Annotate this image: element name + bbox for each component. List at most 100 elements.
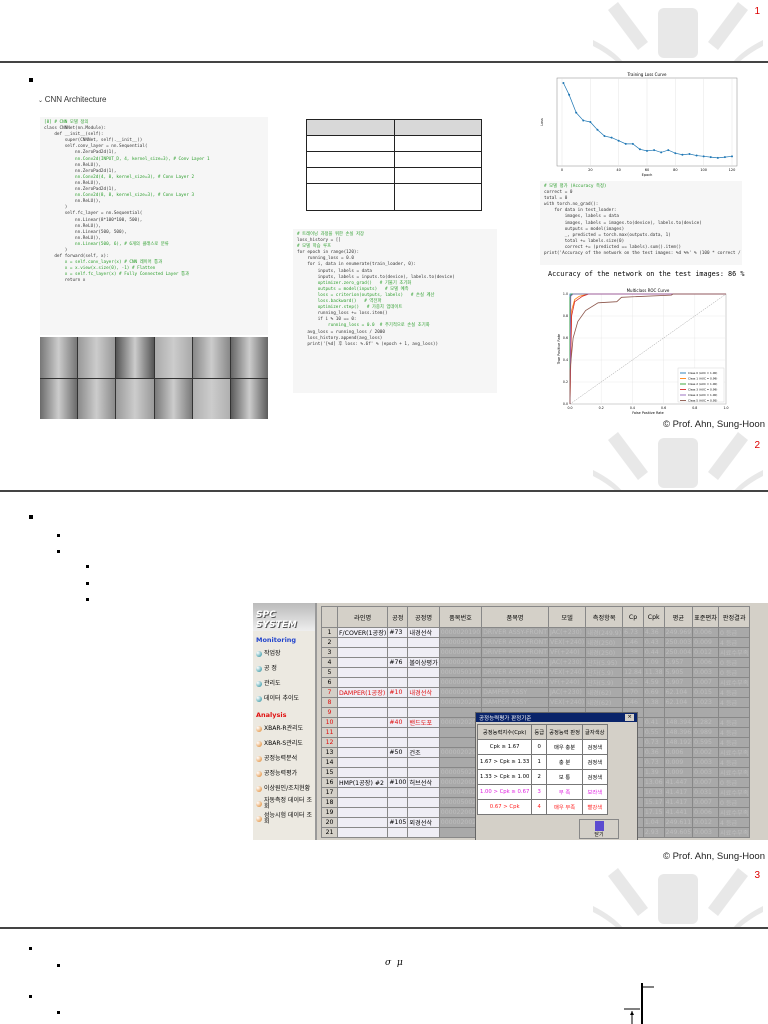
grid-cell — [336, 767, 389, 778]
grid-cell: 19 — [321, 807, 338, 818]
grid-cell: 2.93 — [642, 827, 665, 838]
menu-item-label: 관리도 — [264, 679, 281, 687]
spc-menu-item[interactable]: XBAR-R관리도 — [253, 721, 315, 736]
chevron-down-icon: ⌄ — [38, 98, 45, 104]
table-row[interactable]: 6 0000000020 DRIVER ASSY-FRONT VF(+240) 단차(5… — [321, 677, 751, 688]
grid-cell: 외경선삭 — [407, 817, 440, 828]
spc-menu-item[interactable]: 성능시험 데이터 조회 — [253, 811, 315, 826]
sub-sub-bullet — [86, 598, 89, 601]
y-tick-label: 0.8 — [563, 314, 568, 318]
grid-cell — [407, 767, 440, 778]
column-header[interactable]: 공정 — [387, 606, 409, 628]
loss-point — [688, 152, 691, 155]
spc-menu-item[interactable]: 작업장 — [253, 646, 315, 661]
column-header[interactable]: 공정명 — [407, 606, 440, 628]
spc-menu-item[interactable]: 관리도 — [253, 676, 315, 691]
loss-point — [624, 142, 627, 145]
grid-cell: 단차(5.9) — [585, 677, 624, 688]
loss-point — [575, 111, 578, 114]
grid-cell: VEX(+240) — [547, 697, 587, 708]
grid-cell: 18 — [321, 797, 338, 808]
grid-cell: 0.003 — [692, 827, 719, 838]
column-header[interactable]: Cp — [622, 606, 644, 628]
x-axis-label: False Positive Rate — [632, 411, 664, 415]
grid-cell: #100 — [387, 777, 409, 788]
menu-item-label: 공 정 — [264, 664, 277, 672]
x-tick-label: 0.8 — [692, 406, 697, 410]
grid-cell: DAMPER ASSY — [481, 697, 549, 708]
table-row[interactable]: 7 DAMPER(1공장) #10 내경선삭 0000020190 DAMPER ASSY… — [321, 687, 751, 698]
grid-cell: DRIVER ASSY-FRONT — [481, 657, 549, 668]
loss-point — [638, 148, 641, 151]
column-header[interactable]: 평균 — [663, 606, 694, 628]
grid-cell: 249.969 — [663, 627, 694, 638]
header-divider — [0, 927, 768, 929]
table-row[interactable]: 8 0000020201 DAMPER ASSY VEX(+240) 내경(62) 0.4… — [321, 697, 751, 708]
loss-point — [596, 128, 599, 131]
grid-cell: DAMPER ASSY — [481, 687, 549, 698]
grid-cell: 내경(250) — [585, 647, 624, 658]
y-tick-label: 0.2 — [563, 380, 568, 384]
grid-cell: 시료수부족 — [717, 647, 751, 658]
spc-menu-item[interactable]: 공정능력평가 — [253, 766, 315, 781]
column-header[interactable]: 표준편차 — [692, 606, 719, 628]
criteria-cell: 0.67 > Cpk — [476, 799, 533, 815]
table-row[interactable]: 1 F/COVER(1공장) #73 내경선삭 0000020190 DRIVER ASS… — [321, 627, 751, 638]
criteria-cell: 4 — [531, 799, 548, 815]
close-button[interactable]: 닫기 — [579, 819, 619, 839]
criteria-cell: 검정색 — [582, 769, 608, 785]
column-header[interactable]: 라인명 — [336, 606, 389, 628]
x-tick-label: 0.6 — [661, 406, 666, 410]
grid-cell: JAC(+230) — [547, 627, 587, 638]
table-row[interactable]: 5 0000050190 DRIVER ASSY-FRONT VEX(+240) 단차(… — [321, 667, 751, 678]
legend-entry: Class 5 (AUC = 0.95) — [688, 399, 717, 403]
menu-item-label: 공정능력평가 — [264, 769, 298, 777]
evaluation-code-block: # 모델 평가 (Accuracy 측정) correct = 0 total = … — [540, 181, 742, 265]
spc-menu-item[interactable]: 자동측정 데이터 조회 — [253, 796, 315, 811]
grid-cell: VEX(+240) — [547, 667, 587, 678]
grid-cell: 0000020190 — [438, 657, 483, 668]
spc-menu-item[interactable]: 데이터 추이도 — [253, 691, 315, 706]
grid-cell: 11 — [321, 727, 338, 738]
grid-cell — [642, 707, 665, 718]
grid-cell: 41.441 — [663, 807, 694, 818]
grid-cell: 1.39 — [642, 767, 665, 778]
column-header[interactable] — [321, 606, 338, 628]
grid-cell: 밴드도포 — [407, 717, 440, 728]
grid-cell: DRIVER ASSY-FRONT — [481, 677, 549, 688]
x-tick-label: 0.4 — [630, 406, 635, 410]
bullet — [29, 515, 33, 519]
grid-cell: 0.012 — [692, 817, 719, 828]
close-icon[interactable]: × — [625, 714, 634, 721]
criteria-table: 공정능력지수(Cpk) 등급 공정능력 판정 글자색상 Cpk ≥ 1.67 0 매우 충분… — [476, 724, 608, 815]
spc-menu-item[interactable]: 이상원인/조치현황 — [253, 781, 315, 796]
grid-cell: 0.989 — [692, 727, 719, 738]
column-header[interactable]: 모델 — [547, 606, 587, 628]
chart-title: Training Loss Curve — [627, 72, 667, 77]
grid-cell: 4 — [321, 657, 338, 668]
menu-item-label: XBAR-R관리도 — [264, 724, 304, 732]
grid-cell: 0000050190 — [438, 667, 483, 678]
column-header[interactable]: 품목명 — [481, 606, 549, 628]
bullet-orb-icon — [256, 815, 262, 822]
column-header[interactable]: Cpk — [642, 606, 665, 628]
spc-menu-item[interactable]: XBAR-S관리도 — [253, 736, 315, 751]
criteria-cell: 1.00 > Cpk ≥ 0.67 — [476, 784, 533, 800]
spc-menu-item[interactable]: 공 정 — [253, 661, 315, 676]
grid-cell: 내경(62) — [585, 697, 624, 708]
bullet — [29, 78, 33, 82]
table-row[interactable]: 2 0000050190 DRIVER ASSY-FRONT VEX(+240) 내경(… — [321, 637, 751, 648]
spc-menu-item[interactable]: 공정능력분석 — [253, 751, 315, 766]
criteria-cell: 0 — [531, 739, 548, 755]
loss-point — [603, 135, 606, 138]
grid-cell: 4 등급 — [717, 687, 751, 698]
grid-cell: 0.023 — [692, 697, 719, 708]
column-header[interactable]: 측정항목 — [585, 606, 624, 628]
table-row[interactable]: 4 #76 볼이상평가 0000020190 DRIVER ASSY-FRONT JAC(… — [321, 657, 751, 668]
loss-point — [716, 156, 719, 159]
menu-item-label: XBAR-S관리도 — [264, 739, 303, 747]
grid-cell: 0000000020 — [438, 647, 483, 658]
column-header[interactable]: 판정결과 — [717, 606, 751, 628]
table-row[interactable]: 3 0000000020 DRIVER ASSY-FRONT VF(+240) 내경(2… — [321, 647, 751, 658]
column-header[interactable]: 품목번호 — [438, 606, 483, 628]
